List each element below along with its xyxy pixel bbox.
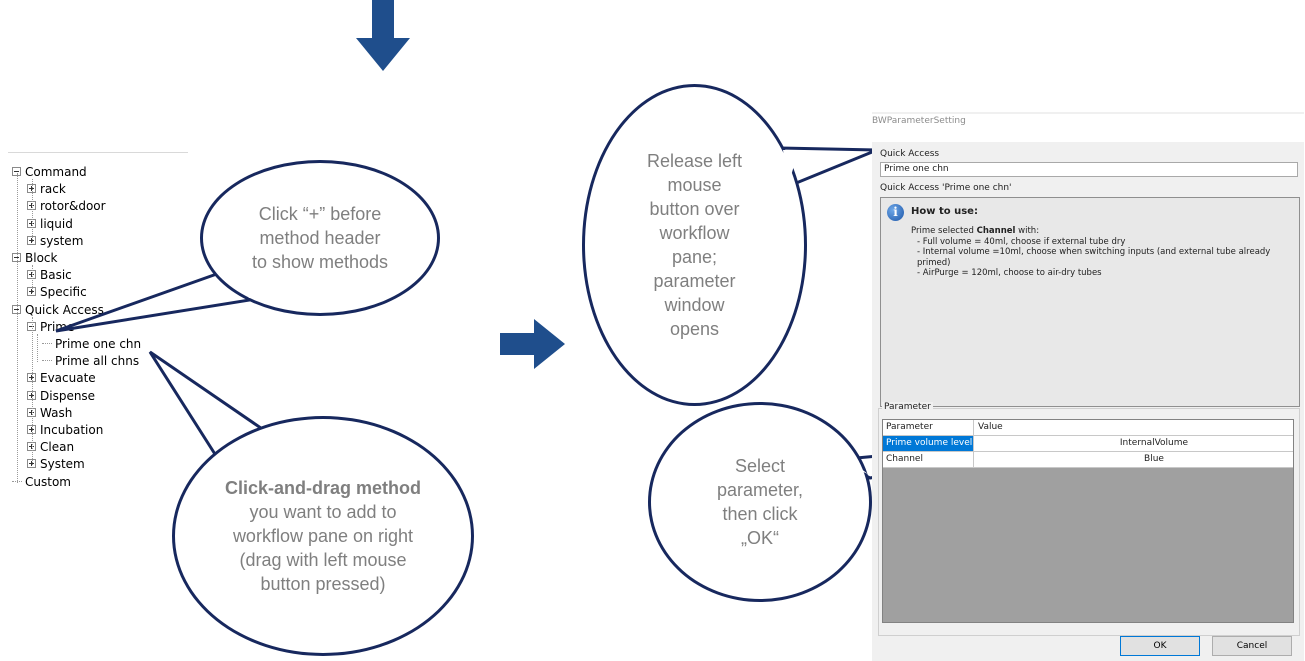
info-icon: i [887,204,904,221]
method-tree[interactable]: Command rack rotor&door liquid system Block Ba… [8,152,188,522]
tree-item-block[interactable]: Block [12,250,57,267]
callout-line: pane; [671,247,718,267]
info-body: Prime selected Channel with: - Full volu… [911,226,1296,279]
how-to-use-panel: i How to use: Prime selected Channel wit… [880,197,1300,407]
ok-button[interactable]: OK [1120,636,1200,656]
tree-item-quick-access[interactable]: Quick Access [12,302,104,319]
cancel-button[interactable]: Cancel [1212,636,1292,656]
info-line: - Full volume = 40ml, choose if external… [917,236,1126,247]
tree-item-incubation[interactable]: Incubation [27,422,103,439]
grid-header-value: Value [978,422,1003,432]
tree-item-prime-one-chn[interactable]: Prime one chn [42,336,141,353]
callout-line: button pressed) [260,574,386,594]
callout-line: Select [734,456,785,476]
tree-item-label: Wash [40,405,73,420]
parameter-setting-dialog: BWParameterSetting Quick Access Prime on… [872,112,1304,661]
tree-item-label: rack [40,182,66,197]
grid-cell-parameter[interactable]: Prime volume level [883,436,974,451]
tree-guide-line [32,265,33,294]
callout-line: window [664,295,725,315]
parameter-group-label: Parameter [882,402,933,412]
tree-item-label: Evacuate [40,371,96,386]
tree-item-clean[interactable]: Clean [27,439,74,456]
callout-drag-method: Click-and-drag method you want to add to w… [172,416,474,656]
tree-connector [42,360,52,362]
tree-item-prime-all-chns[interactable]: Prime all chns [42,353,139,370]
callout-expand-methods: Click “+” before method header to show met… [200,160,440,316]
tree-item-custom[interactable]: Custom [12,474,71,491]
tree-item-basic[interactable]: Basic [27,267,72,284]
tree-item-label: System [40,457,85,472]
tree-guide-line [32,316,33,466]
grid-row-prime-volume-level[interactable]: Prime volume level InternalVolume [883,436,1293,452]
tree-connector [42,343,52,344]
tree-item-specific[interactable]: Specific [27,284,87,301]
callout-line: to show methods [251,252,389,272]
callout-line: Click “+” before [258,204,382,224]
tree-item-label: liquid [40,216,73,231]
callout-line: Release left [646,151,743,171]
grid-cell-parameter[interactable]: Channel [883,452,974,467]
down-arrow-icon [356,0,410,71]
tree-item-prime[interactable]: Prime [27,319,74,336]
dialog-title: BWParameterSetting [872,114,1304,142]
tree-item-label: Block [25,251,58,265]
tree-item-label: system [40,233,84,248]
callout-line: (drag with left mouse [239,550,407,570]
tree-item-label: Incubation [40,423,104,437]
info-line: - Internal volume =10ml, choose when swi… [917,247,1271,268]
callout-line: parameter [653,271,736,291]
tree-item-label: Quick Access [25,302,104,317]
callout-line: workflow pane on right [232,526,414,546]
tree-item-label: Specific [40,285,87,300]
tree-item-evacuate[interactable]: Evacuate [27,370,96,387]
callout-line: button over [649,199,740,219]
tree-item-label: Custom [25,474,71,489]
callout-line: mouse [667,175,722,195]
tree-item-label: Command [25,165,87,179]
callout-release-mouse: Release left mouse button over workflow pane… [582,84,807,406]
tree-item-liquid[interactable]: liquid [27,216,73,233]
tree-item-label: Clean [40,440,75,455]
callout-line: workflow [659,223,730,243]
parameter-grid[interactable]: Parameter Value Prime volume level Inter… [882,419,1294,623]
tree-item-label: rotor&door [40,199,106,214]
tree-item-label: Prime one chn [55,337,142,351]
tree-item-system[interactable]: System [27,456,85,473]
callout-bold-text: Click-and-drag method [224,478,421,498]
tree-item-label: Prime [40,319,75,334]
info-line: - AirPurge = 120ml, choose to air-dry tu… [917,268,1102,278]
tree-item-wash[interactable]: Wash [27,405,72,422]
tree-guide-line [17,173,18,483]
grid-header-row: Parameter Value [883,420,1293,436]
callout-line: parameter, [716,480,804,500]
tree-item-label: Basic [40,268,72,283]
callout-select-parameter: Select parameter, then click „OK“ [648,402,872,602]
tree-item-label: Prime all chns [55,354,140,369]
tree-item-system[interactable]: system [27,233,83,250]
callout-line: you want to add to [249,502,397,522]
right-arrow-icon [500,319,565,369]
grid-row-channel[interactable]: Channel Blue [883,452,1293,468]
grid-header-parameter: Parameter [883,420,974,435]
callout-line: „OK“ [740,528,779,548]
tree-guide-line [32,179,33,242]
info-group-label: Quick Access 'Prime one chn' [880,183,1012,193]
callout-line: then click [722,504,798,524]
grid-cell-value[interactable]: Blue [975,452,1293,467]
callout-line: method header [259,228,381,248]
tree-guide-line [37,333,38,363]
tree-item-rotor-door[interactable]: rotor&door [27,198,106,215]
quick-access-field[interactable]: Prime one chn [880,162,1298,177]
tree-item-command[interactable]: Command [12,164,87,181]
info-title: How to use: [911,206,978,217]
grid-cell-value[interactable]: InternalVolume [975,436,1293,451]
info-intro: Prime selected Channel with: [911,226,1040,236]
tree-item-dispense[interactable]: Dispense [27,388,95,405]
callout-line: opens [669,319,720,339]
quick-access-label: Quick Access [880,149,940,159]
tree-item-label: Dispense [40,388,96,403]
